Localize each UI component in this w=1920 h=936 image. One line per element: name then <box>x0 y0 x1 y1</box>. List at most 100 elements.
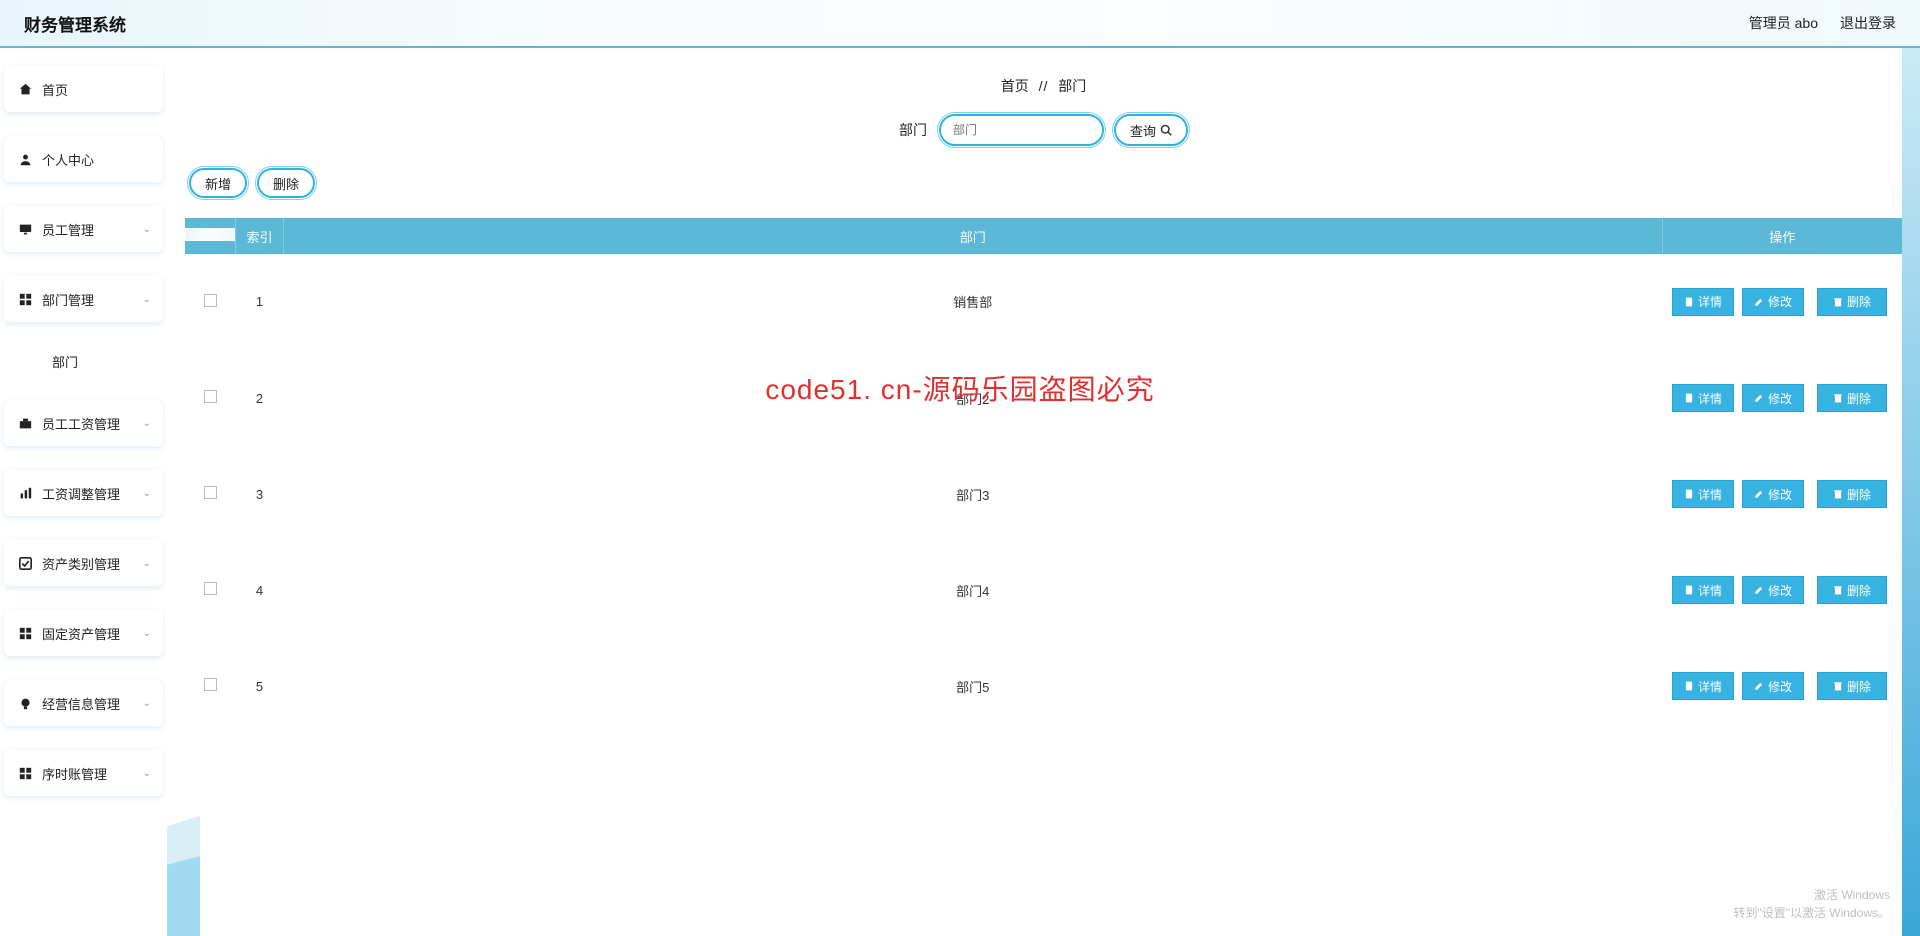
right-scrollbar-strip[interactable] <box>1902 48 1920 936</box>
col-header-op: 操作 <box>1662 218 1902 254</box>
detail-button-label: 详情 <box>1698 390 1722 407</box>
document-icon <box>1684 393 1694 403</box>
edit-icon <box>1754 681 1764 691</box>
admin-label[interactable]: 管理员 abo <box>1749 13 1818 33</box>
search-icon <box>1160 124 1172 136</box>
row-delete-button-label: 删除 <box>1847 582 1871 599</box>
breadcrumb-current: 部门 <box>1058 78 1086 94</box>
check-icon <box>18 556 32 570</box>
sidebar-item-label: 首页 <box>42 80 68 99</box>
edit-icon <box>1754 393 1764 403</box>
sidebar-item-fixed-asset[interactable]: 固定资产管理 ⌄ <box>4 610 163 656</box>
add-button[interactable]: 新增 <box>189 168 247 198</box>
grid-icon <box>18 292 32 306</box>
edit-button[interactable]: 修改 <box>1742 480 1804 508</box>
edit-button-label: 修改 <box>1768 678 1792 695</box>
edit-button[interactable]: 修改 <box>1742 672 1804 700</box>
main-content: 首页 // 部门 部门 查询 新增 删除 索引 部门 <box>167 48 1920 936</box>
op-cell: 详情 修改删除 <box>1662 280 1902 324</box>
row-delete-button[interactable]: 删除 <box>1817 384 1887 412</box>
sidebar-item-label: 资产类别管理 <box>42 554 120 573</box>
search-row: 部门 查询 <box>185 114 1902 146</box>
select-all-checkbox[interactable] <box>185 228 235 241</box>
detail-button[interactable]: 详情 <box>1672 384 1734 412</box>
col-header-dept: 部门 <box>284 218 1663 254</box>
op-cell: 详情 修改 删除 <box>1662 664 1902 708</box>
cell-dept: 销售部 <box>284 254 1663 350</box>
row-checkbox[interactable] <box>204 678 217 691</box>
search-button[interactable]: 查询 <box>1114 114 1188 146</box>
edit-button[interactable]: 修改 <box>1742 288 1804 316</box>
search-button-label: 查询 <box>1130 121 1156 140</box>
cell-index: 2 <box>236 350 284 446</box>
search-label: 部门 <box>899 120 927 140</box>
home-icon <box>18 82 32 96</box>
cell-index: 4 <box>236 542 284 638</box>
detail-button[interactable]: 详情 <box>1672 672 1734 700</box>
breadcrumb-home[interactable]: 首页 <box>1001 78 1029 94</box>
table-row: 3部门3详情修改删除 <box>185 446 1902 542</box>
chevron-down-icon: ⌄ <box>143 418 151 429</box>
sidebar: 首页 个人中心 员工管理 ⌄ 部门管理 ⌄ 部门 员工工资管理 ⌄ 工资调整管理 <box>0 48 167 936</box>
trash-icon <box>1833 393 1843 403</box>
briefcase-icon <box>18 416 32 430</box>
user-icon <box>18 152 32 166</box>
sidebar-item-asset-type[interactable]: 资产类别管理 ⌄ <box>4 540 163 586</box>
row-checkbox[interactable] <box>204 390 217 403</box>
breadcrumb-sep: // <box>1039 78 1049 94</box>
document-icon <box>1684 585 1694 595</box>
sidebar-item-home[interactable]: 首页 <box>4 66 163 112</box>
sidebar-item-label: 序时账管理 <box>42 764 107 783</box>
logout-link[interactable]: 退出登录 <box>1840 13 1896 33</box>
edit-button-label: 修改 <box>1768 486 1792 503</box>
row-checkbox[interactable] <box>204 294 217 307</box>
op-cell: 详情 修改 删除 <box>1662 376 1902 420</box>
document-icon <box>1684 489 1694 499</box>
cell-dept: 部门5 <box>284 638 1663 734</box>
document-icon <box>1684 681 1694 691</box>
table-row: 5部门5详情修改删除 <box>185 638 1902 734</box>
edit-icon <box>1754 297 1764 307</box>
sidebar-item-dept[interactable]: 部门 <box>4 346 163 376</box>
sidebar-item-label: 固定资产管理 <box>42 624 120 643</box>
sidebar-item-dept-mgmt[interactable]: 部门管理 ⌄ <box>4 276 163 322</box>
row-delete-button[interactable]: 删除 <box>1817 288 1887 316</box>
edit-button-label: 修改 <box>1768 390 1792 407</box>
detail-button-label: 详情 <box>1698 486 1722 503</box>
row-delete-button-label: 删除 <box>1847 678 1871 695</box>
row-delete-button[interactable]: 删除 <box>1817 672 1887 700</box>
search-input-wrap <box>939 114 1104 146</box>
detail-button[interactable]: 详情 <box>1672 288 1734 316</box>
bars-icon <box>18 486 32 500</box>
search-input[interactable] <box>953 123 1090 137</box>
system-title: 财务管理系统 <box>24 11 126 36</box>
row-checkbox[interactable] <box>204 486 217 499</box>
chevron-down-icon: ⌄ <box>143 628 151 639</box>
header: 财务管理系统 管理员 abo 退出登录 <box>0 0 1920 48</box>
edit-button[interactable]: 修改 <box>1742 576 1804 604</box>
breadcrumb: 首页 // 部门 <box>185 48 1902 114</box>
sidebar-item-journal[interactable]: 序时账管理 ⌄ <box>4 750 163 796</box>
chevron-down-icon: ⌄ <box>143 698 151 709</box>
sidebar-item-label: 经营信息管理 <box>42 694 120 713</box>
table-row: 2部门2详情修改删除 <box>185 350 1902 446</box>
sidebar-item-label: 个人中心 <box>42 150 94 169</box>
edit-icon <box>1754 489 1764 499</box>
detail-button[interactable]: 详情 <box>1672 576 1734 604</box>
delete-button[interactable]: 删除 <box>257 168 315 198</box>
trash-icon <box>1833 681 1843 691</box>
edit-button[interactable]: 修改 <box>1742 384 1804 412</box>
cell-index: 3 <box>236 446 284 542</box>
detail-button[interactable]: 详情 <box>1672 480 1734 508</box>
sidebar-item-business-info[interactable]: 经营信息管理 ⌄ <box>4 680 163 726</box>
cell-index: 1 <box>236 254 284 350</box>
sidebar-item-employee[interactable]: 员工管理 ⌄ <box>4 206 163 252</box>
row-checkbox[interactable] <box>204 582 217 595</box>
row-delete-button[interactable]: 删除 <box>1817 480 1887 508</box>
sidebar-item-salary-adjust[interactable]: 工资调整管理 ⌄ <box>4 470 163 516</box>
edit-icon <box>1754 585 1764 595</box>
sidebar-item-salary[interactable]: 员工工资管理 ⌄ <box>4 400 163 446</box>
row-delete-button[interactable]: 删除 <box>1817 576 1887 604</box>
sidebar-item-profile[interactable]: 个人中心 <box>4 136 163 182</box>
detail-button-label: 详情 <box>1698 293 1722 310</box>
